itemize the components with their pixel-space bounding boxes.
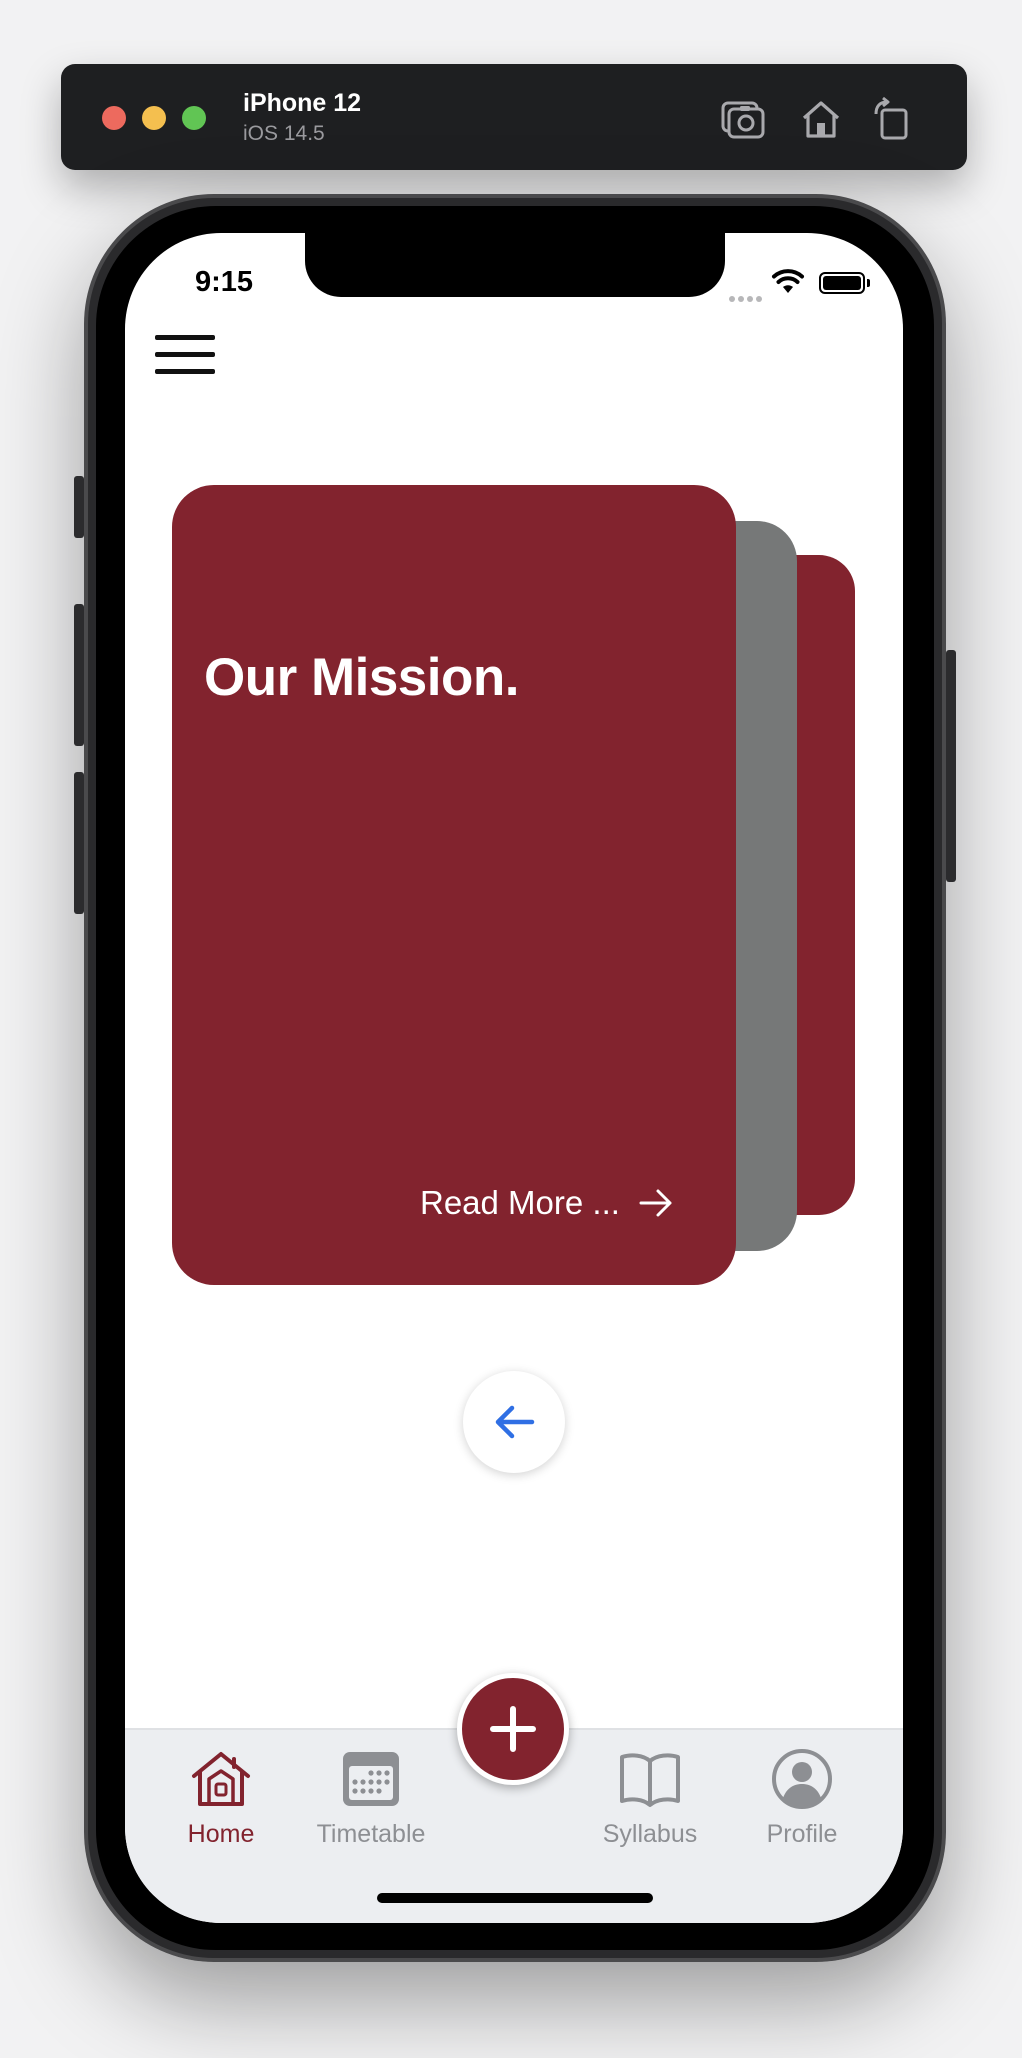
tab-timetable-label: Timetable [316,1820,426,1848]
home-indicator [377,1893,653,1903]
app-screen: 9:15 Our Mission. Read More ... Home Tim… [125,233,903,1923]
volume-up-button [74,604,84,746]
arrow-right-icon [639,1189,672,1217]
notch [305,233,725,297]
tab-profile-label: Profile [766,1820,838,1848]
power-button [946,650,956,882]
arrow-left-icon [495,1405,535,1439]
tab-syllabus-label: Syllabus [602,1820,698,1848]
os-version: iOS 14.5 [243,122,325,145]
close-window-button[interactable] [102,106,126,130]
tab-home-label: Home [187,1820,255,1848]
cellular-signal-icon [729,289,765,307]
device-name: iPhone 12 [243,89,362,117]
home-icon [192,1752,250,1806]
hamburger-menu-icon[interactable] [155,335,217,385]
minimize-window-button[interactable] [142,106,166,130]
read-more-label: Read More ... [420,1184,620,1221]
home-icon[interactable] [798,96,844,142]
mute-switch [74,476,84,538]
tab-syllabus[interactable]: Syllabus [575,1746,725,1856]
rotate-icon[interactable] [870,96,916,142]
wifi-icon [772,269,804,293]
tab-timetable[interactable]: Timetable [296,1746,446,1856]
calendar-icon [343,1752,399,1806]
carousel-card[interactable]: Our Mission. Read More ... [172,485,736,1285]
battery-icon [819,272,865,294]
user-circle-icon [772,1749,832,1809]
zoom-window-button[interactable] [182,106,206,130]
simulator-window: iPhone 12 iOS 14.5 9:15 Our Mission. Rea… [0,0,1022,2058]
battery-cap [867,279,870,287]
book-icon [620,1753,680,1807]
read-more-link[interactable]: Read More ... [420,1183,674,1223]
status-time: 9:15 [195,266,254,298]
card-title: Our Mission. [204,648,519,707]
screenshot-icon[interactable] [720,96,766,142]
tab-profile[interactable]: Profile [727,1746,877,1856]
plus-icon [490,1706,536,1752]
previous-card-button[interactable] [463,1371,565,1473]
tab-home[interactable]: Home [146,1746,296,1856]
volume-down-button [74,772,84,914]
add-button[interactable] [457,1673,569,1785]
